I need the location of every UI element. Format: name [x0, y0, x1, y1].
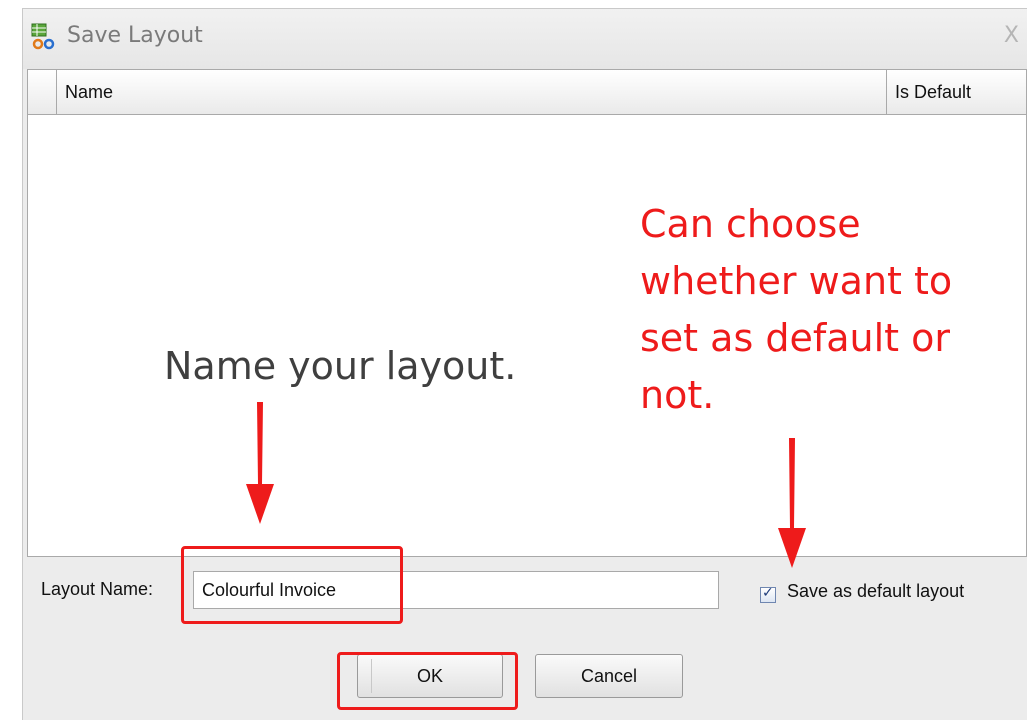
- layout-grid-icon: [31, 23, 55, 50]
- save-default-label[interactable]: Save as default layout: [787, 581, 964, 602]
- column-header-name-label: Name: [65, 82, 114, 102]
- save-default-checkbox[interactable]: ✓: [760, 585, 776, 603]
- dialog-title: Save Layout: [67, 23, 203, 48]
- arrow-down-icon: [246, 402, 274, 524]
- column-header-name[interactable]: Name: [57, 70, 887, 114]
- cancel-button[interactable]: Cancel: [535, 654, 683, 698]
- layout-name-highlight: [181, 546, 403, 624]
- title-bar: Save Layout X: [23, 9, 1027, 69]
- default-hint-annotation: Can choose whether want to set as defaul…: [640, 202, 953, 417]
- name-hint-annotation: Name your layout.: [164, 344, 517, 388]
- layout-name-label: Layout Name:: [41, 579, 154, 599]
- grid-header: Name Is Default: [28, 70, 1026, 115]
- ok-button-highlight: [337, 652, 518, 710]
- row-indicator-header: [28, 70, 57, 114]
- close-icon[interactable]: X: [1004, 23, 1019, 48]
- form-pane: Layout Name: ✓ Save as default layout OK…: [23, 557, 1027, 720]
- column-header-is-default[interactable]: Is Default: [887, 70, 1027, 114]
- checkmark-icon: ✓: [762, 585, 774, 601]
- cancel-button-label: Cancel: [580, 666, 638, 686]
- column-header-is-default-label: Is Default: [895, 82, 972, 102]
- arrow-down-icon: [778, 438, 806, 568]
